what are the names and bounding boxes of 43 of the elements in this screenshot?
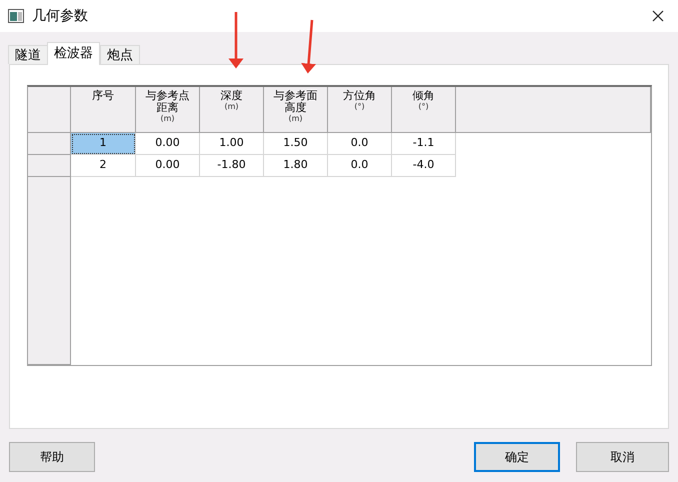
dialog-button[interactable]: 确定 — [474, 442, 560, 472]
tab[interactable]: 隧道 — [8, 45, 48, 64]
table-cell[interactable]: 1.00 — [200, 133, 264, 155]
column-header[interactable]: 倾角 (°) — [392, 87, 456, 133]
column-header[interactable]: 方位角 (°) — [328, 87, 392, 133]
row-header[interactable] — [28, 133, 71, 155]
window-title: 几何参数 — [32, 7, 88, 25]
dialog-button[interactable]: 帮助 — [9, 442, 95, 472]
annotation-arrow — [228, 12, 244, 68]
column-header[interactable]: 序号 — [71, 87, 136, 133]
column-header[interactable]: 深度 (m) — [200, 87, 264, 133]
tab[interactable]: 炮点 — [100, 45, 140, 64]
table-cell[interactable]: -4.0 — [392, 155, 456, 177]
table-cell[interactable]: 0.00 — [136, 155, 200, 177]
column-header[interactable]: 与参考面高度 (m) — [264, 87, 328, 133]
column-unit: (°) — [354, 102, 365, 112]
table-cell[interactable]: 1.80 — [264, 155, 328, 177]
column-name: 与参考点距离 — [144, 90, 190, 114]
table-cell[interactable]: 1 — [71, 133, 136, 155]
dialog-button[interactable]: 取消 — [576, 442, 669, 472]
column-name: 方位角 — [343, 90, 376, 102]
table-cell[interactable]: -1.80 — [200, 155, 264, 177]
table-cell[interactable]: 0.0 — [328, 155, 392, 177]
table-cell[interactable]: -1.1 — [392, 133, 456, 155]
app-icon — [8, 9, 24, 23]
column-name: 与参考面高度 — [272, 90, 318, 114]
column-header[interactable]: 与参考点距离 (m) — [136, 87, 200, 133]
row-header[interactable] — [28, 155, 71, 177]
column-unit: (m) — [288, 114, 303, 124]
annotation-arrow — [301, 20, 316, 74]
column-unit: (m) — [160, 114, 175, 124]
table-cell[interactable]: 0.0 — [328, 133, 392, 155]
tab[interactable]: 检波器 — [47, 42, 100, 65]
column-name: 倾角 — [412, 90, 434, 102]
close-icon[interactable] — [652, 10, 664, 22]
column-name: 深度 — [220, 90, 242, 102]
column-unit: (m) — [224, 102, 239, 112]
table-cell[interactable]: 0.00 — [136, 133, 200, 155]
column-unit: (°) — [418, 102, 429, 112]
column-name: 序号 — [92, 90, 114, 102]
table-cell[interactable]: 1.50 — [264, 133, 328, 155]
table-cell[interactable]: 2 — [71, 155, 136, 177]
header-corner — [28, 87, 71, 133]
